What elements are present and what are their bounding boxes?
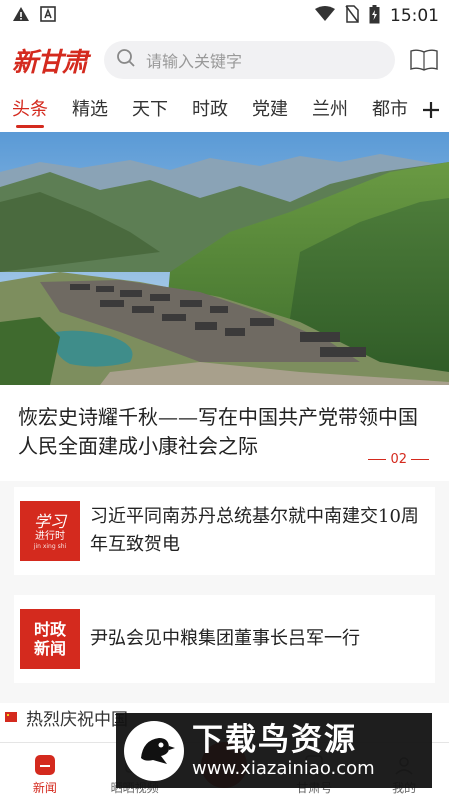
- battery-icon: [369, 4, 380, 28]
- landscape-photo: [0, 132, 449, 385]
- watermark-url: www.xiazainiao.com: [192, 757, 375, 779]
- news-title: 尹弘会见中粮集团董事长吕军一行: [90, 628, 360, 649]
- add-channel-button[interactable]: [413, 88, 449, 132]
- list-item[interactable]: 学习 进行时 jin xing shi 习近平同南苏丹总统基尔就中南建交10周年…: [14, 487, 435, 575]
- tab-lanzhou[interactable]: 兰州: [312, 88, 348, 132]
- search-input[interactable]: 请输入关键字: [104, 41, 395, 79]
- news-title: 习近平同南苏丹总统基尔就中南建交10周年互致贺电: [90, 506, 419, 555]
- featured-headline[interactable]: 恢宏史诗耀千秋——写在中国共产党带领中国人民全面建成小康社会之际 02: [0, 385, 449, 481]
- tab-world[interactable]: 天下: [132, 88, 168, 132]
- app-header: 新甘肃 请输入关键字: [0, 32, 449, 88]
- hero-image[interactable]: [0, 132, 449, 385]
- list-item[interactable]: 时政 新闻 尹弘会见中粮集团董事长吕军一行: [14, 595, 435, 683]
- read-paper-icon: [410, 49, 438, 71]
- no-sim-icon: [345, 5, 359, 27]
- politics-thumbnail: 时政 新闻: [20, 609, 80, 669]
- plus-icon: [423, 102, 439, 118]
- bird-logo-icon: [124, 720, 184, 781]
- watermark-title: 下载鸟资源: [192, 721, 357, 758]
- search-placeholder: 请输入关键字: [146, 52, 243, 71]
- watermark-text: 下载鸟资源 www.xiazainiao.com: [192, 722, 375, 780]
- watermark-banner: 下载鸟资源 www.xiazainiao.com: [116, 713, 432, 788]
- font-a-icon: [40, 6, 56, 26]
- carousel-page-number: 02: [390, 452, 407, 467]
- tab-featured[interactable]: 精选: [72, 88, 108, 132]
- news-icon: [34, 755, 55, 775]
- channel-tabs: 头条 精选 天下 时政 党建 兰州 都市: [0, 88, 449, 132]
- status-bar: 15:01: [0, 0, 449, 32]
- ticker-text: 热烈庆祝中国: [26, 709, 128, 730]
- study-thumbnail: 学习 进行时 jin xing shi: [20, 501, 80, 561]
- tab-politics[interactable]: 时政: [192, 88, 228, 132]
- tab-city[interactable]: 都市: [372, 88, 408, 132]
- carousel-indicator: 02: [368, 452, 429, 467]
- app-logo[interactable]: 新甘肃: [12, 42, 90, 79]
- search-icon: [116, 48, 136, 72]
- tab-headline[interactable]: 头条: [12, 88, 48, 132]
- status-left: [12, 6, 56, 26]
- news-list: 学习 进行时 jin xing shi 习近平同南苏丹总统基尔就中南建交10周年…: [0, 481, 449, 703]
- tab-party[interactable]: 党建: [252, 88, 288, 132]
- warning-icon: [12, 6, 30, 26]
- status-right: 15:01: [315, 4, 439, 28]
- read-paper-button[interactable]: [409, 47, 439, 73]
- status-time: 15:01: [390, 6, 439, 26]
- flag-icon: [5, 712, 17, 722]
- wifi-icon: [315, 6, 335, 26]
- nav-news[interactable]: 新闻: [5, 754, 85, 796]
